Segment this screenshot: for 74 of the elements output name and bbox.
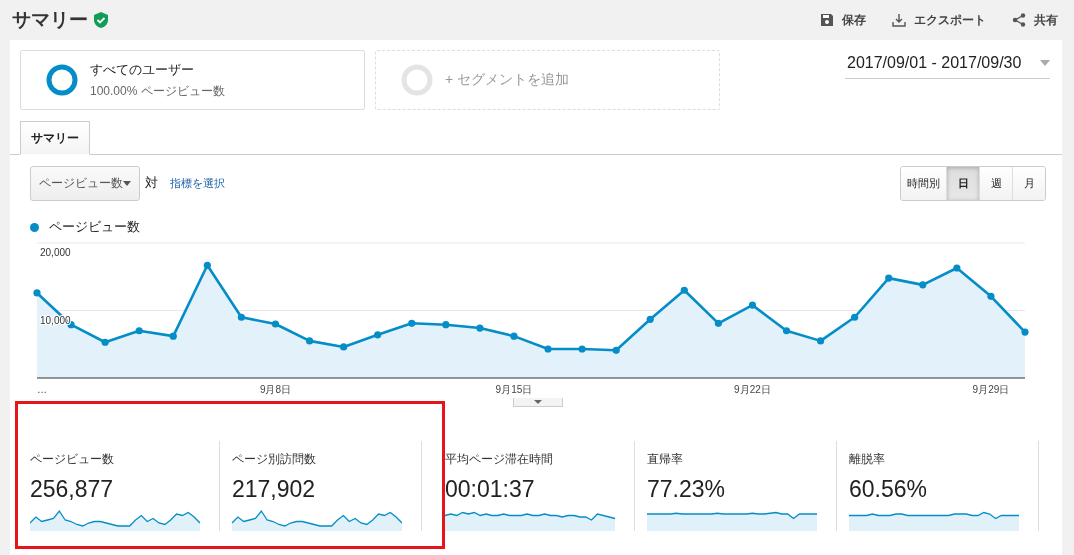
- data-point: [817, 337, 825, 345]
- data-point: [510, 332, 518, 340]
- granularity-button[interactable]: 月: [1012, 166, 1045, 200]
- metric-label: ページ別訪問数: [232, 451, 317, 468]
- data-point: [135, 327, 143, 335]
- verified-shield-icon: [94, 12, 108, 28]
- metric-dropdown[interactable]: ページビュー数: [30, 165, 140, 201]
- data-point: [374, 331, 382, 339]
- caret-icon: [123, 180, 131, 186]
- select-metric-link[interactable]: 指標を選択: [170, 175, 225, 191]
- page-title: サマリー: [12, 8, 88, 32]
- axis-label: 9月8日: [259, 384, 292, 395]
- data-point: [169, 332, 177, 340]
- data-point: [1021, 328, 1029, 336]
- segment-detail: 100.00% ページビュー数: [90, 82, 225, 100]
- data-point: [987, 292, 995, 300]
- expand-handle[interactable]: [513, 398, 563, 407]
- data-point: [748, 301, 757, 309]
- caret-icon: [534, 400, 542, 404]
- data-point: [305, 337, 314, 345]
- data-point: [578, 345, 586, 353]
- date-range-picker[interactable]: 2017/09/01 - 2017/09/30: [845, 54, 1050, 79]
- metric-value: 00:01:37: [445, 476, 536, 503]
- save-icon: [820, 13, 834, 27]
- metric-label: 離脱率: [849, 451, 886, 468]
- segment-card[interactable]: すべてのユーザー 100.00% ページビュー数: [20, 50, 365, 110]
- data-point: [680, 286, 688, 294]
- metric-value: 60.56%: [849, 476, 928, 503]
- data-point: [544, 345, 552, 353]
- donut-icon: [46, 64, 78, 96]
- axis-label: 9月22日: [734, 384, 771, 395]
- export-button[interactable]: エクスポート: [888, 9, 990, 31]
- vs-label: 対: [145, 174, 158, 192]
- data-point: [714, 319, 722, 327]
- metric-value: 256,877: [30, 476, 115, 503]
- add-segment-label: + セグメントを追加: [445, 71, 570, 89]
- data-point: [885, 274, 893, 282]
- metric-value: 217,902: [232, 476, 317, 503]
- data-point: [919, 281, 927, 289]
- tab[interactable]: サマリー: [20, 121, 90, 155]
- data-point: [476, 324, 484, 332]
- data-point: [340, 343, 348, 351]
- data-point: [782, 327, 791, 335]
- data-point: [442, 321, 450, 329]
- metric-label: 直帰率: [647, 451, 684, 468]
- data-point: [203, 261, 211, 269]
- legend-dot: [30, 222, 39, 232]
- data-point: [33, 289, 41, 297]
- data-point: [646, 315, 654, 323]
- axis-label: 20,000: [40, 247, 71, 258]
- legend-label: ページビュー数: [49, 218, 140, 236]
- data-point: [612, 346, 620, 354]
- download-icon: [892, 13, 906, 27]
- segment-name: すべてのユーザー: [90, 60, 195, 79]
- data-point: [101, 338, 109, 346]
- ring-icon: [401, 64, 433, 96]
- data-point: [408, 319, 416, 327]
- axis-label: 9月29日: [972, 384, 1010, 395]
- metric-value: 77.23%: [647, 476, 726, 503]
- granularity-button[interactable]: 日: [946, 166, 979, 200]
- save-button[interactable]: 保存: [816, 9, 870, 31]
- data-point: [237, 313, 245, 321]
- caret-icon: [1040, 60, 1050, 66]
- metric-label: 平均ページ滞在時間: [445, 451, 554, 468]
- data-point: [851, 313, 859, 321]
- data-point: [271, 320, 280, 328]
- axis-label: …: [37, 384, 47, 395]
- granularity-button[interactable]: 時間別: [901, 166, 946, 200]
- granularity-button[interactable]: 週: [979, 166, 1012, 200]
- share-icon: [1012, 13, 1026, 27]
- data-point: [953, 264, 961, 272]
- metric-label: ページビュー数: [30, 451, 115, 468]
- share-button[interactable]: 共有: [1008, 9, 1062, 31]
- axis-label: 9月15日: [495, 384, 533, 395]
